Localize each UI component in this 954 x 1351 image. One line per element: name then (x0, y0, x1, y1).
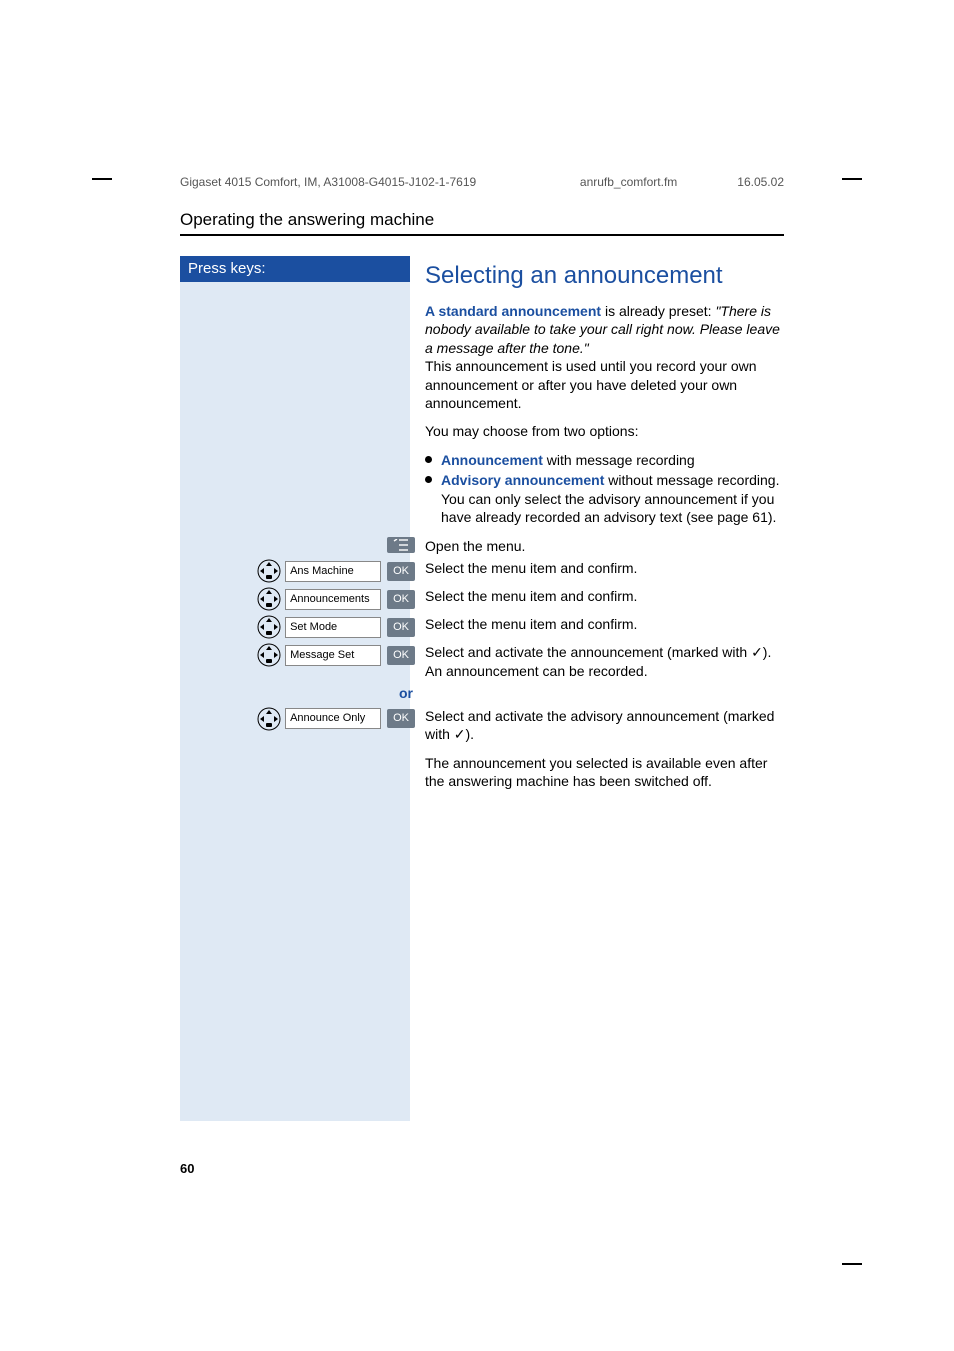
dpad-icon (257, 559, 281, 583)
label-ans-machine: Ans Machine (285, 561, 381, 582)
ok-button: OK (387, 646, 415, 665)
option-announcement: Announcement with message recording (425, 451, 784, 469)
paragraph-standard-rest: This announcement is used until you reco… (425, 358, 757, 411)
page-container: Gigaset 4015 Comfort, IM, A31008-G4015-J… (0, 0, 954, 1351)
section-rule (180, 234, 784, 236)
ok-button: OK (387, 562, 415, 581)
running-header: Gigaset 4015 Comfort, IM, A31008-G4015-J… (180, 175, 784, 189)
label-set-mode: Set Mode (285, 617, 381, 638)
paragraph-standard-announcement: A standard announcement is already prese… (425, 302, 784, 413)
menu-icon (387, 537, 415, 553)
step-announce-only-desc: Select and activate the advisory announc… (425, 707, 784, 744)
dpad-icon (257, 707, 281, 731)
step-announce-only: Announce Only OK Select and activate the… (425, 707, 784, 744)
heading-selecting-announcement: Selecting an announcement (425, 260, 784, 292)
header-middle: anrufb_comfort.fm (580, 175, 677, 189)
options-list: Announcement with message recording Advi… (425, 451, 784, 527)
step-set-mode: Set Mode OK Select the menu item and con… (425, 615, 784, 639)
crop-mark-bottom-right (838, 1250, 862, 1276)
or-separator: or (180, 684, 425, 702)
ok-button: OK (387, 709, 415, 728)
step-message-set-desc: Select and activate the announcement (ma… (425, 643, 784, 680)
step-ans-machine: Ans Machine OK Select the menu item and … (425, 559, 784, 583)
label-announcements: Announcements (285, 589, 381, 610)
crop-mark-top-right (838, 165, 862, 191)
paragraph-final: The announcement you selected is availab… (425, 754, 784, 791)
step-open-menu: Open the menu. (425, 537, 784, 555)
option-advisory-announcement: Advisory announcement without message re… (425, 471, 784, 526)
dpad-icon (257, 587, 281, 611)
paragraph-two-options: You may choose from two options: (425, 422, 784, 440)
page-number: 60 (180, 1161, 194, 1176)
step-open-menu-desc: Open the menu. (425, 537, 784, 555)
crop-mark-top-left (92, 165, 112, 191)
dpad-icon (257, 615, 281, 639)
step-announcements-desc: Select the menu item and confirm. (425, 587, 784, 605)
ok-button: OK (387, 590, 415, 609)
bold-standard-announcement: A standard announcement (425, 303, 601, 319)
option-advisory-sub: You can only select the advisory announc… (441, 491, 776, 525)
dpad-icon (257, 643, 281, 667)
header-left: Gigaset 4015 Comfort, IM, A31008-G4015-J… (180, 175, 580, 189)
press-keys-header: Press keys: (180, 256, 410, 282)
header-right: 16.05.02 (737, 175, 784, 189)
step-message-set: Message Set OK Select and activate the a… (425, 643, 784, 680)
ok-button: OK (387, 618, 415, 637)
step-set-mode-desc: Select the menu item and confirm. (425, 615, 784, 633)
label-message-set: Message Set (285, 645, 381, 666)
main-content: Selecting an announcement A standard ann… (425, 256, 784, 801)
label-announce-only: Announce Only (285, 708, 381, 729)
section-title: Operating the answering machine (180, 210, 434, 230)
step-ans-machine-desc: Select the menu item and confirm. (425, 559, 784, 577)
step-announcements: Announcements OK Select the menu item an… (425, 587, 784, 611)
